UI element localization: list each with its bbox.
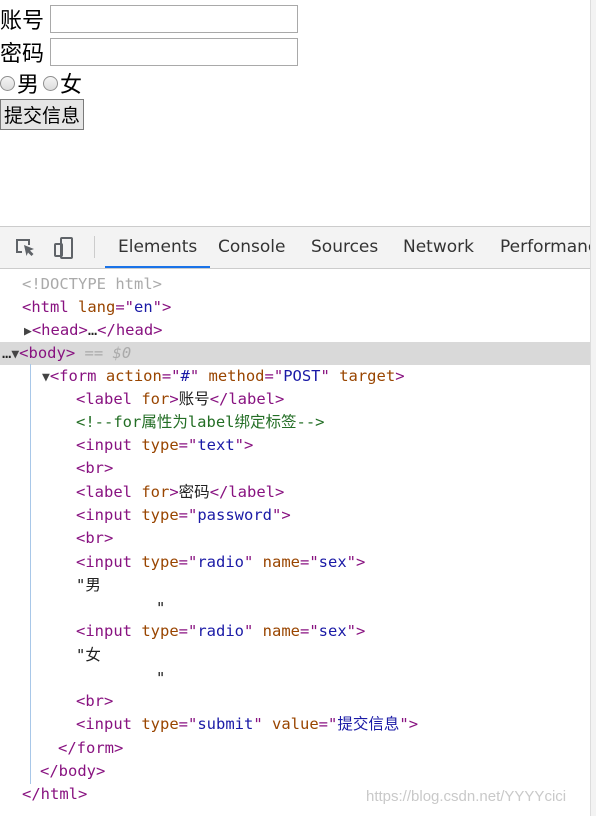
password-input[interactable] xyxy=(50,38,299,66)
text-node-male[interactable]: "男 xyxy=(76,574,101,597)
devtools-toolbar: Elements Console Sources Network Perform… xyxy=(0,227,590,269)
input-radio-female-line[interactable]: <input type="radio" name="sex"> xyxy=(76,620,365,643)
male-label: 男 xyxy=(17,73,40,98)
text-node-quote: " xyxy=(156,599,166,617)
submit-button[interactable]: 提交信息 xyxy=(0,99,85,130)
female-radio[interactable] xyxy=(43,75,59,91)
tab-elements[interactable]: Elements xyxy=(105,227,211,268)
label-account-line[interactable]: <label for>账号</label> xyxy=(76,388,284,411)
label-password-line[interactable]: <label for>密码</label> xyxy=(76,481,284,504)
tab-network[interactable]: Network xyxy=(403,227,474,268)
br-line[interactable]: <br> xyxy=(76,457,113,480)
body-close-line[interactable]: </body> xyxy=(40,760,105,783)
male-radio[interactable] xyxy=(0,75,15,91)
female-label: 女 xyxy=(60,73,83,98)
html-close-line[interactable]: </html> xyxy=(22,783,87,806)
tab-sources[interactable]: Sources xyxy=(311,227,378,268)
head-line[interactable]: ▶<head>…</head> xyxy=(24,319,163,342)
collapse-arrow-icon[interactable]: ▼ xyxy=(42,370,50,385)
rendered-page: 账号 密码 男 女 提交信息 xyxy=(0,0,590,226)
tab-console[interactable]: Console xyxy=(218,227,286,268)
collapse-arrow-icon[interactable]: ▼ xyxy=(11,347,19,362)
account-row: 账号 xyxy=(0,4,299,34)
account-input[interactable] xyxy=(50,5,299,33)
tab-performance[interactable]: Performanc xyxy=(500,227,590,268)
indent-guide xyxy=(30,364,31,784)
form-close-line[interactable]: </form> xyxy=(58,737,123,760)
input-password-line[interactable]: <input type="password"> xyxy=(76,504,291,527)
inspect-element-icon[interactable] xyxy=(13,236,37,260)
expand-arrow-icon[interactable]: ▶ xyxy=(24,324,32,339)
br-line[interactable]: <br> xyxy=(76,527,113,550)
window-edge xyxy=(590,0,596,816)
account-label: 账号 xyxy=(0,9,45,34)
input-submit-line[interactable]: <input type="submit" value="提交信息"> xyxy=(76,713,418,736)
devtools-panel: Elements Console Sources Network Perform… xyxy=(0,226,590,817)
html-open-line[interactable]: <html lang="en"> xyxy=(22,296,171,319)
password-label: 密码 xyxy=(0,42,45,67)
toolbar-separator xyxy=(94,236,95,258)
br-line[interactable]: <br> xyxy=(76,690,113,713)
device-toolbar-icon[interactable] xyxy=(52,236,76,260)
tab-strip: Elements Console Sources Network Perform… xyxy=(100,227,590,268)
more-actions-icon[interactable]: … xyxy=(2,344,11,362)
watermark: https://blog.csdn.net/YYYYcici xyxy=(366,788,567,805)
text-node-quote: " xyxy=(156,669,166,687)
input-radio-male-line[interactable]: <input type="radio" name="sex"> xyxy=(76,551,365,574)
password-row: 密码 xyxy=(0,37,299,67)
input-text-line[interactable]: <input type="text"> xyxy=(76,434,253,457)
doctype-line: <!DOCTYPE html> xyxy=(22,275,162,293)
comment-line[interactable]: <!--for属性为label绑定标签--> xyxy=(76,411,324,434)
sex-row: 男 女 xyxy=(0,68,86,98)
text-node-female[interactable]: "女 xyxy=(76,644,101,667)
body-line[interactable]: …▼<body> == $0 xyxy=(2,342,131,365)
form-line[interactable]: ▼<form action="#" method="POST" target> xyxy=(42,365,405,388)
